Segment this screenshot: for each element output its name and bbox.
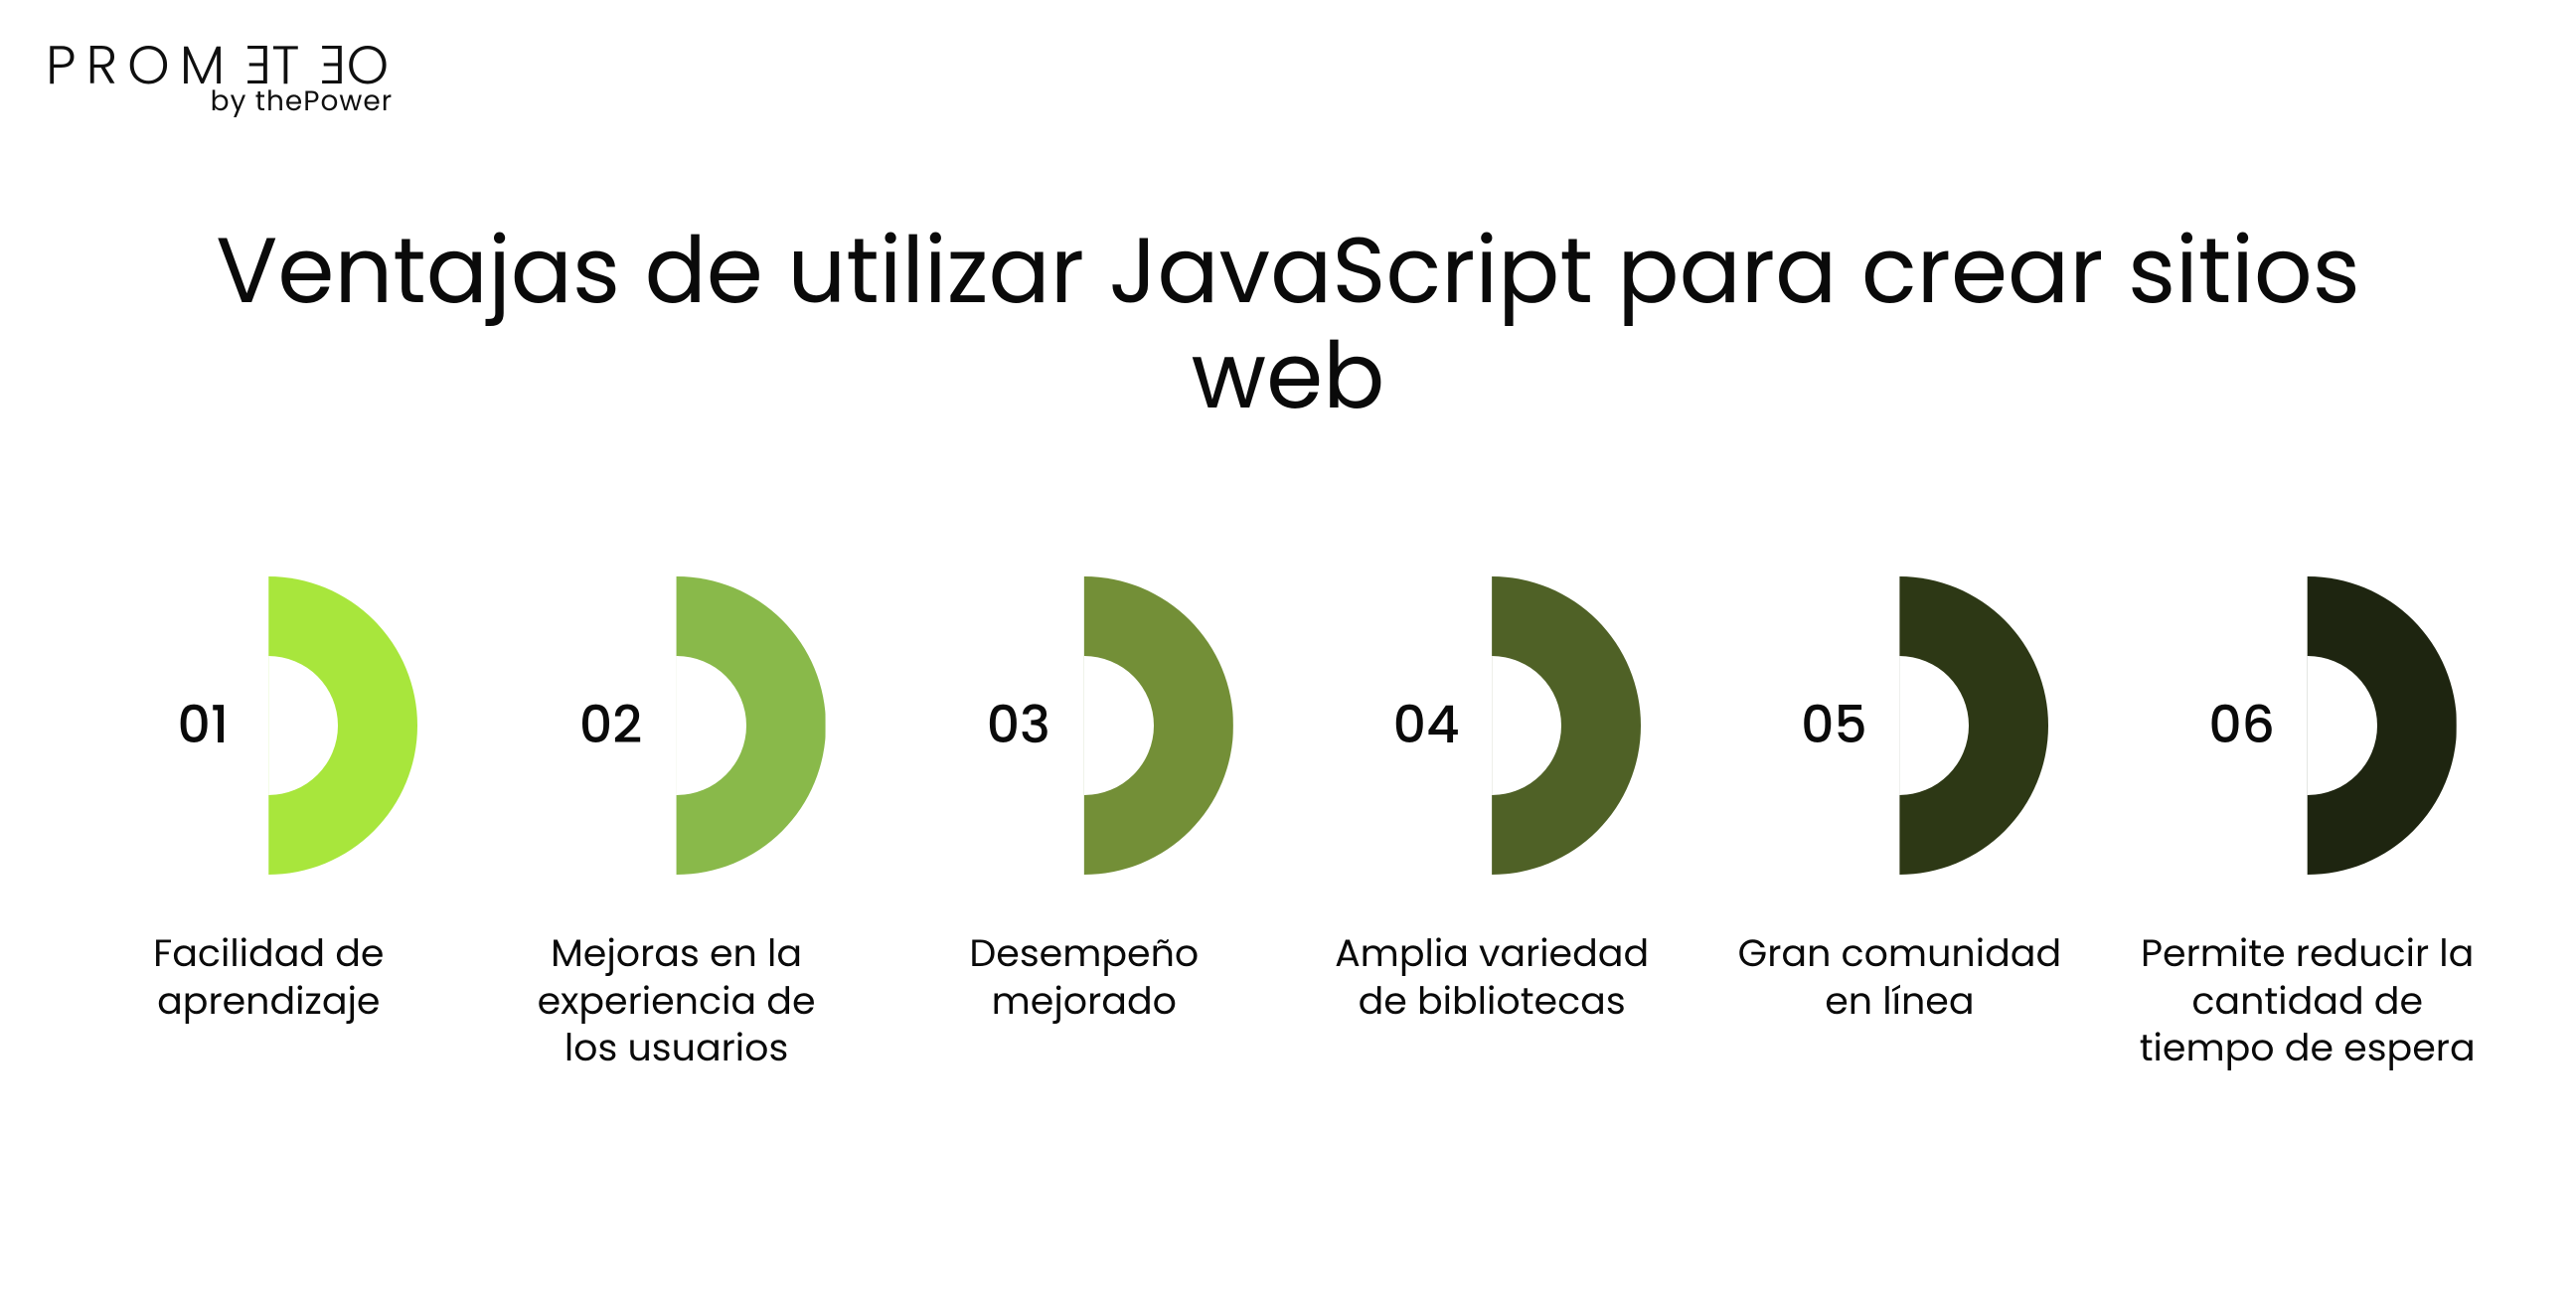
advantage-label: Gran comunidad en línea bbox=[1730, 930, 2068, 1025]
advantage-item-04: 04 Amplia variedad de bibliotecas bbox=[1293, 576, 1690, 1025]
advantage-label: Amplia variedad de bibliotecas bbox=[1323, 930, 1661, 1025]
d-badge-icon: 01 bbox=[119, 576, 417, 875]
brand-logo: PROMETEO by thePower bbox=[46, 38, 399, 115]
d-badge-icon: 06 bbox=[2159, 576, 2457, 875]
advantage-item-03: 03 Desempeño mejorado bbox=[886, 576, 1283, 1025]
advantage-number: 05 bbox=[1801, 687, 1867, 764]
advantage-number: 03 bbox=[987, 687, 1050, 764]
advantage-number: 04 bbox=[1393, 687, 1460, 764]
half-d-shape bbox=[1750, 576, 2048, 875]
advantage-number: 06 bbox=[2208, 687, 2275, 764]
advantage-number: 02 bbox=[579, 687, 642, 764]
page-title: Ventajas de utilizar JavaScript para cre… bbox=[129, 219, 2448, 429]
d-badge-icon: 04 bbox=[1343, 576, 1641, 875]
advantage-label: Permite reducir la cantidad de tiempo de… bbox=[2139, 930, 2477, 1072]
d-badge-icon: 05 bbox=[1750, 576, 2048, 875]
half-d-shape bbox=[1343, 576, 1641, 875]
advantage-item-05: 05 Gran comunidad en línea bbox=[1700, 576, 2098, 1025]
half-d-shape bbox=[2159, 576, 2457, 875]
advantage-number: 01 bbox=[178, 687, 230, 764]
advantage-label: Mejoras en la experiencia de los usuario… bbox=[508, 930, 846, 1072]
d-badge-icon: 02 bbox=[528, 576, 826, 875]
advantage-item-01: 01 Facilidad de aprendizaje bbox=[70, 576, 467, 1025]
advantage-label: Facilidad de aprendizaje bbox=[99, 930, 437, 1025]
advantage-item-02: 02 Mejoras en la experiencia de los usuar… bbox=[478, 576, 876, 1072]
advantages-row: 01 Facilidad de aprendizaje 02 Mejoras en l… bbox=[0, 576, 2576, 1072]
half-d-shape bbox=[935, 576, 1233, 875]
advantage-label: Desempeño mejorado bbox=[915, 930, 1253, 1025]
d-badge-icon: 03 bbox=[935, 576, 1233, 875]
half-d-shape bbox=[119, 576, 417, 875]
half-d-shape bbox=[528, 576, 826, 875]
advantage-item-06: 06 Permite reducir la cantidad de tiempo … bbox=[2109, 576, 2506, 1072]
